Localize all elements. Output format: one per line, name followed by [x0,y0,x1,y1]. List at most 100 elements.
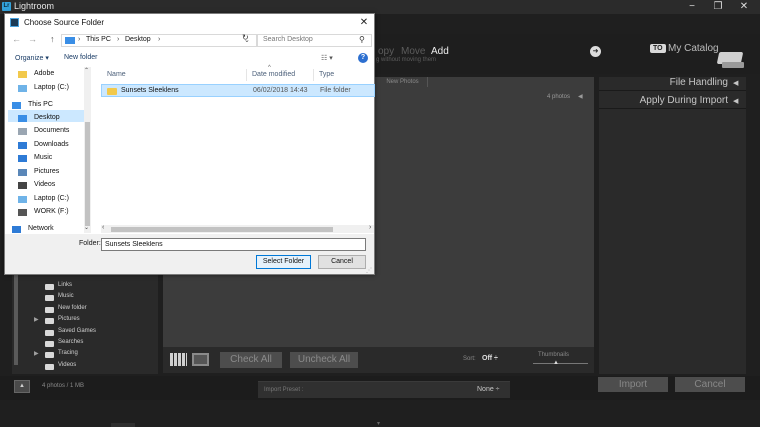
tab-new-photos[interactable]: New Photos [378,77,428,87]
lightroom-logo-icon: Lr [2,2,11,11]
view-options-icon[interactable]: ☷ ▾ [321,54,333,62]
nav-item-label: Downloads [34,141,69,148]
help-icon[interactable]: ? [358,53,368,63]
mode-copy[interactable]: opy [378,46,394,57]
restore-button[interactable]: ❐ [706,0,730,14]
this-pc-icon [65,37,75,44]
lightroom-icon [10,18,19,27]
videos-icon [18,182,27,189]
search-input[interactable]: Search Desktop ⚲ [257,34,372,47]
loupe-view-icon[interactable] [192,353,209,366]
tree-item[interactable]: ▶ Tracing [12,349,158,360]
scroll-down-icon[interactable]: ⌄ [84,224,89,231]
import-preset-label: Import Preset : [264,387,304,393]
folder-label: Folder: [79,240,101,247]
collapse-arrow-icon[interactable]: ◀ [733,97,738,105]
address-bar[interactable]: › This PC › Desktop › ⌄ [61,34,257,47]
taskbar-item[interactable] [111,423,135,427]
refresh-icon[interactable]: ↻ [242,33,249,42]
forward-arrow-icon[interactable]: → [28,34,37,44]
uncheck-all-button[interactable]: Uncheck All [290,352,358,368]
breadcrumb-desktop[interactable]: Desktop [125,36,151,43]
folder-icon [45,295,54,301]
tree-item[interactable]: Music [12,292,158,303]
address-separator[interactable]: › [78,36,80,43]
thumbnail-slider[interactable] [533,363,588,364]
command-bar: Organize ▾ New folder ☷ ▾ ? [5,51,374,67]
address-separator[interactable]: › [158,36,160,43]
tree-item[interactable]: Links [12,281,158,292]
up-arrow-icon[interactable]: ↑ [50,34,55,44]
organize-menu[interactable]: Organize ▾ [15,54,49,62]
close-button[interactable]: ✕ [732,0,756,14]
collapse-arrow-icon[interactable]: ◀ [733,79,738,87]
mode-move[interactable]: Move [401,46,425,57]
tree-item[interactable]: Videos [12,361,158,372]
scroll-left-icon[interactable]: ‹ [102,224,104,231]
grid-view-icon[interactable] [170,353,187,366]
dialog-close-button[interactable]: ✕ [355,16,373,30]
chevron-down-icon: ▾ [377,421,381,427]
back-arrow-icon[interactable]: ← [12,34,21,44]
tree-item-label: Music [58,293,74,299]
folder-icon [45,318,54,324]
select-folder-button[interactable]: Select Folder [256,255,311,269]
column-date-modified[interactable]: Date modified [252,71,295,78]
tree-item-label: Videos [58,362,77,368]
folder-field[interactable] [101,238,366,251]
horizontal-scroll-thumb[interactable] [111,227,333,232]
cancel-button[interactable]: Cancel [318,255,366,269]
thumbnails-label: Thumbnails [538,352,570,358]
folder-icon [107,88,117,95]
sort-select[interactable]: Off ÷ [482,355,498,362]
nav-item-label: This PC [28,101,53,108]
resize-grip-icon[interactable]: ⋰ [366,267,372,274]
horizontal-scrollbar[interactable]: ‹ › [101,224,374,233]
tree-item[interactable]: ▶ Pictures [12,315,158,326]
file-list-header: ^ Name Date modified Type [101,65,374,82]
tree-item[interactable]: Searches [12,338,158,349]
scroll-up-icon[interactable]: ⌃ [84,67,89,74]
mode-add[interactable]: Add [431,46,449,57]
column-name[interactable]: Name [107,71,126,78]
nav-item-label: Desktop [34,114,60,121]
file-row-selected[interactable]: Sunsets Sleeklens 06/02/2018 14:43 File … [101,84,375,97]
destination-badge: TO [650,44,666,53]
scroll-right-icon[interactable]: › [369,224,371,231]
search-icon[interactable]: ⚲ [359,35,365,44]
nav-item-label: Adobe [34,70,55,77]
right-panel [599,77,746,374]
nav-scroll-thumb[interactable] [85,122,90,226]
column-divider[interactable] [313,69,314,81]
minimize-button[interactable]: − [680,0,704,14]
tree-item[interactable]: Saved Games [12,327,158,338]
address-separator[interactable]: › [117,36,119,43]
cancel-import-button[interactable]: Cancel [675,377,745,392]
photo-count: 4 photos [547,94,571,100]
expand-arrow-icon[interactable]: ▶ [34,350,39,357]
slider-knob-icon[interactable]: ▲ [553,360,559,366]
nav-item-label: Videos [34,181,56,188]
app-titlebar: Lr Lightroom [0,0,760,14]
tree-item[interactable]: New folder [12,304,158,315]
nav-item-label: Laptop (C:) [34,195,70,202]
column-type[interactable]: Type [319,71,334,78]
mode-description: g without moving them [376,57,437,63]
check-all-button[interactable]: Check All [220,352,282,368]
choose-source-folder-dialog: Choose Source Folder ✕ ← → ↑ › This PC ›… [4,13,375,275]
column-divider[interactable] [246,69,247,81]
nav-item-label: WORK (F:) [34,208,69,215]
folder-icon [18,71,27,78]
expand-arrow-icon[interactable]: ▶ [34,316,39,323]
tree-item-label: New folder [58,305,87,311]
collapse-left-icon[interactable]: ◀ [578,93,583,100]
breadcrumb-this-pc[interactable]: This PC [86,36,111,43]
new-folder-button[interactable]: New folder [64,54,97,61]
file-date-modified: 06/02/2018 14:43 [253,87,308,94]
search-placeholder: Search Desktop [263,36,313,43]
file-handling-header[interactable]: File Handling [599,75,746,91]
import-button[interactable]: Import [598,377,668,392]
apply-during-import-header[interactable]: Apply During Import [599,93,746,109]
import-preset-select[interactable]: None ÷ [477,386,500,393]
expand-up-icon[interactable]: ▲ [14,380,30,393]
